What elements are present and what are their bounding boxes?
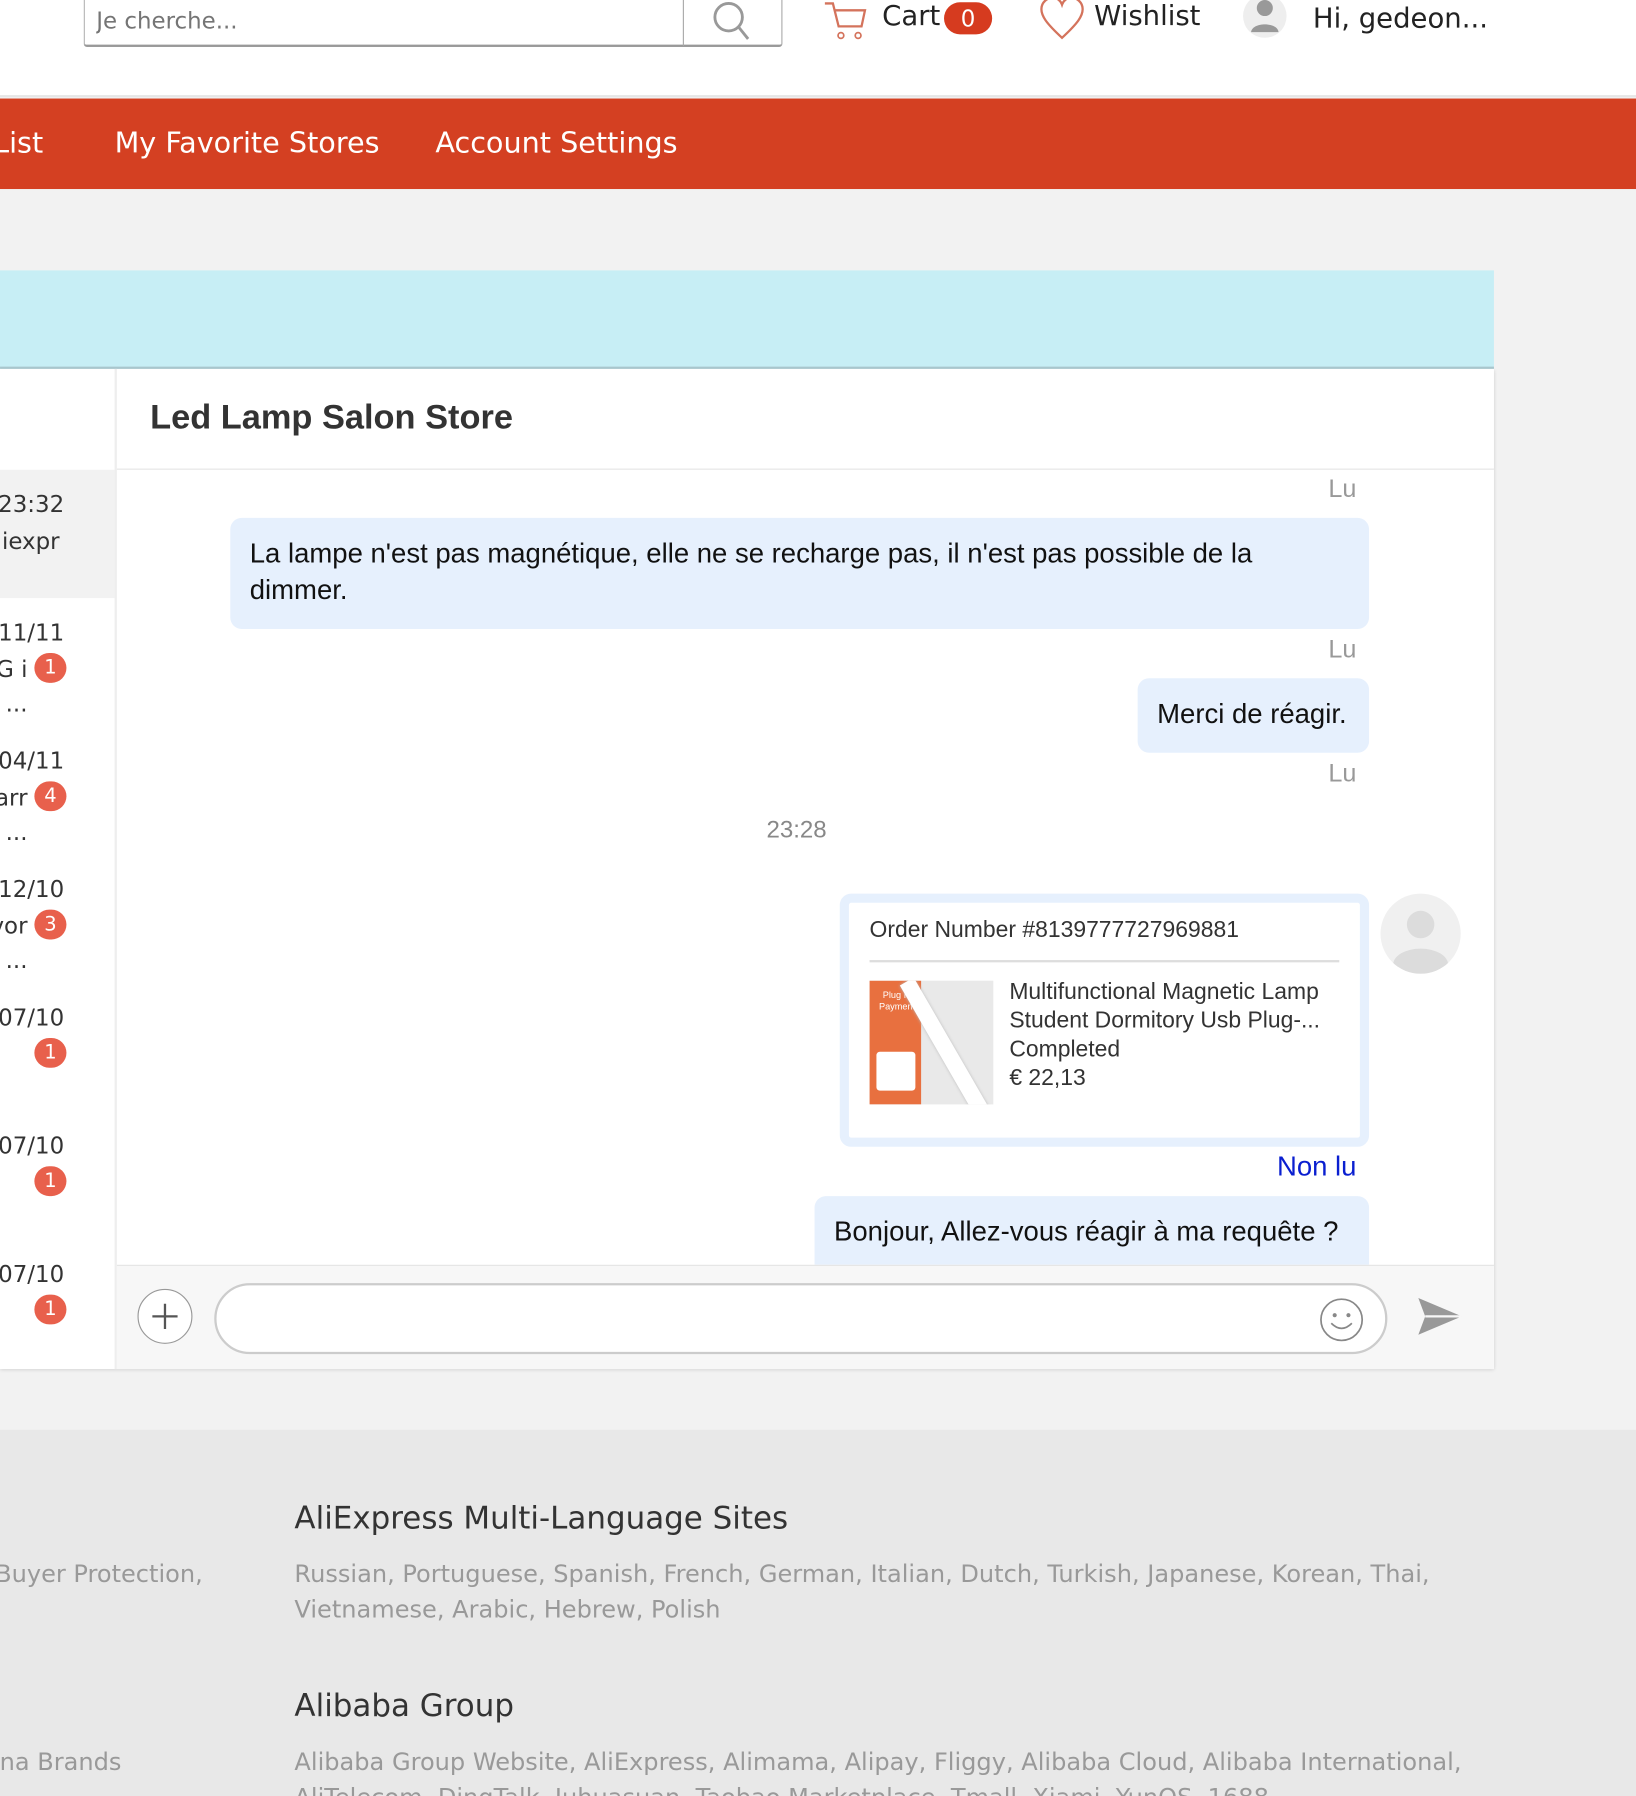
unread-badge: 3 [34,909,67,940]
conversation-item[interactable]: 07/10 1 [0,1240,115,1368]
order-card[interactable]: Order Number #8139777727969881 Plug In P… [839,893,1370,1147]
composer [116,1264,1494,1370]
message-bubble: Bonjour, Allez-vous réagir à ma requête … [814,1196,1370,1265]
unread-badge: 4 [34,781,67,812]
unread-badge: 1 [34,1166,67,1197]
notice-banner [0,270,1494,369]
chat-title: Led Lamp Salon Store [150,398,513,437]
conversation-preview: Aliexpr [0,527,60,555]
footer-link[interactable]: na Brands [0,1745,121,1781]
conversation-item[interactable]: 23:32 Aliexpr [0,469,115,599]
site-header: Cart 0 Wishlist Hi, gedeon... [0,0,1636,98]
product-image: Plug In Payment [869,980,994,1105]
site-footer: Buyer Protection, na Brands AliExpress M… [0,1429,1636,1796]
avatar [1380,893,1461,974]
footer-link[interactable]: Buyer Protection, [0,1557,203,1593]
cart-link[interactable]: Cart [882,0,940,32]
unread-badge: 1 [34,1037,67,1068]
conversation-preview: vor [0,911,28,940]
conversation-preview-more: ... [5,946,28,974]
unread-status: Non lu [1276,1151,1357,1183]
time-separator: 23:28 [766,816,827,844]
read-status: Lu [1328,634,1357,664]
footer-links[interactable]: Russian, Portuguese, Spanish, French, Ge… [294,1557,1429,1593]
order-price: € 22,13 [1009,1065,1086,1091]
footer-links[interactable]: AliTelecom, DingTalk, Juhuasuan, Taobao … [294,1780,1268,1796]
conversation-item[interactable]: 11/11 G i 1 ... [0,598,115,726]
conversation-date: 07/10 [0,1003,65,1032]
search-box [83,0,783,47]
message-thread[interactable]: Lu La lampe n'est pas magnétique, elle n… [117,470,1494,1265]
footer-section-title: AliExpress Multi-Language Sites [294,1500,789,1537]
conversation-date: 07/10 [0,1131,65,1160]
product-title[interactable]: Multifunctional Magnetic Lamp Student Do… [1009,978,1341,1035]
emoji-icon[interactable] [1319,1297,1365,1343]
account-greeting[interactable]: Hi, gedeon... [1313,2,1488,34]
nav-item-list[interactable]: List [0,126,43,159]
unread-badge: 1 [34,653,67,683]
conversation-preview-more: S ... [0,818,28,846]
divider [869,960,1340,963]
footer-section-title: Alibaba Group [294,1688,514,1725]
conversation-date: 07/10 [0,1260,65,1288]
order-number: Order Number #8139777727969881 [869,917,1239,943]
nav-item-account-settings[interactable]: Account Settings [435,126,677,159]
search-icon [713,2,750,40]
footer-links[interactable]: Alibaba Group Website, AliExpress, Alima… [294,1745,1461,1781]
heart-icon[interactable] [1039,0,1085,41]
conversation-item[interactable]: 07/10 1 [0,1111,115,1239]
account-nav: List My Favorite Stores Account Settings [0,98,1636,190]
message-input[interactable] [239,1294,1294,1343]
wishlist-link[interactable]: Wishlist [1094,0,1200,32]
conversation-preview: arr [0,783,28,812]
search-input[interactable] [84,0,683,46]
send-icon[interactable] [1416,1293,1464,1339]
message-bubble: La lampe n'est pas magnétique, elle ne s… [230,517,1370,629]
attach-button[interactable] [137,1288,193,1344]
conversation-date: 04/11 [0,746,65,775]
read-status: Lu [1328,474,1357,503]
message-center: 23:32 Aliexpr 11/11 G i 1 ... 04/11 arr … [0,368,1494,1370]
conversation-item[interactable]: 12/10 vor 3 ... [0,855,115,983]
conversation-preview: G i [0,655,28,683]
footer-links[interactable]: Vietnamese, Arabic, Hebrew, Polish [294,1592,720,1628]
nav-item-favorite-stores[interactable]: My Favorite Stores [115,126,380,159]
conversation-item[interactable]: 04/11 arr 4 S ... [0,726,115,854]
cart-count-badge: 0 [944,2,993,35]
user-avatar-icon[interactable] [1242,0,1288,39]
order-status: Completed [1009,1036,1121,1063]
conversation-list[interactable]: 23:32 Aliexpr 11/11 G i 1 ... 04/11 arr … [0,368,117,1370]
user-icon [1393,910,1449,974]
conversation-date: 12/10 [0,875,65,903]
search-button[interactable] [682,0,783,46]
unread-badge: 1 [34,1294,67,1325]
cart-icon[interactable] [823,0,869,41]
message-input-box [214,1283,1388,1355]
plus-icon [152,1303,178,1329]
message-bubble: Merci de réagir. [1137,678,1370,753]
conversation-date: 11/11 [0,618,65,647]
conversation-date: 23:32 [0,490,65,518]
conversation-preview-more: ... [5,689,28,718]
read-status: Lu [1328,758,1357,788]
conversation-item[interactable]: 07/10 1 [0,983,115,1111]
